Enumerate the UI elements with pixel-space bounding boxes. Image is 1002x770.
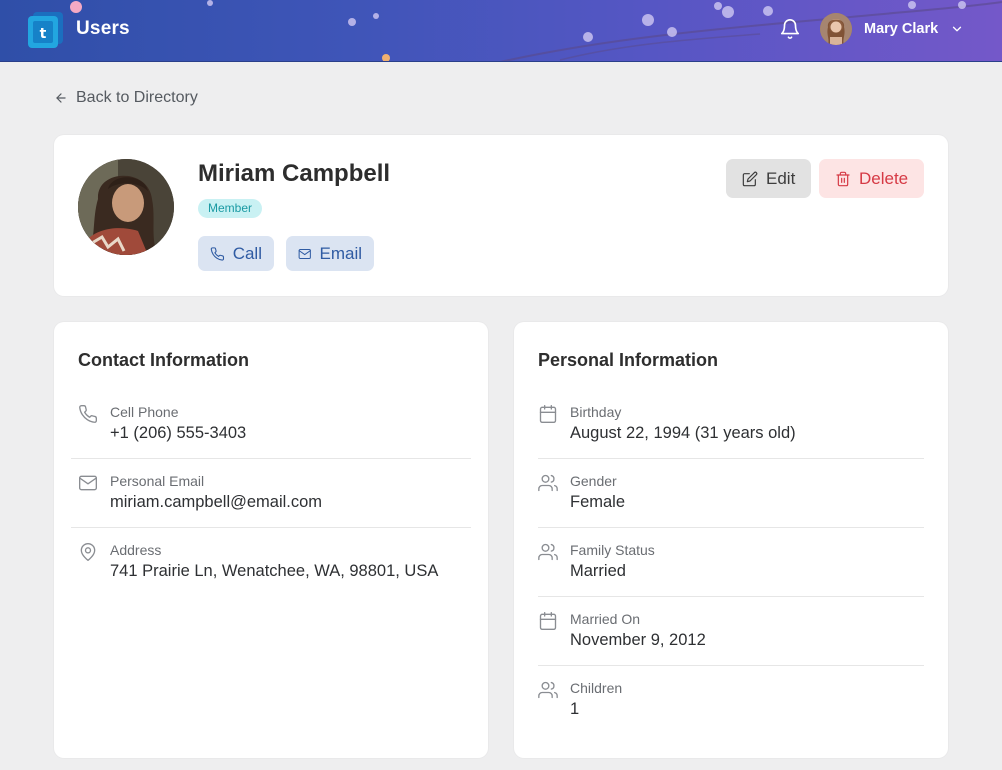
edit-button[interactable]: Edit [726,159,811,198]
divider [71,527,471,528]
row-label: Address [110,542,162,558]
row-label: Gender [570,473,617,489]
role-badge: Member [198,199,263,218]
row-value[interactable]: miriam.campbell@email.com [110,493,322,512]
row-label: Personal Email [110,473,205,489]
row-label: Children [570,680,623,696]
row-value: 741 Prairie Ln, Wenatchee, WA, 98801, US… [110,562,439,580]
row-label: Married On [570,611,641,627]
app-logo-icon[interactable]: t [28,12,64,48]
bell-icon[interactable] [779,18,801,40]
calendar-icon [539,612,557,630]
call-label: Call [232,243,262,263]
calendar-icon [539,405,557,423]
profile-avatar [78,159,174,255]
row-value: November 9, 2012 [570,631,706,649]
top-header: t Users Mary Clark [0,0,1002,62]
back-to-directory-link[interactable]: Back to Directory [54,88,198,108]
contact-information-card: Contact Information Cell Phone +1 (206) … [54,322,488,758]
row-value: Female [570,493,626,511]
user-avatar [820,13,852,45]
users-icon [538,474,558,492]
personal-section-title: Personal Information [538,350,719,370]
row-value: August 22, 1994 (31 years old) [570,424,796,442]
users-icon [538,681,558,699]
row-value: +1 (206) 555-3403 [110,424,247,442]
map-pin-icon [80,543,96,561]
profile-card: Miriam Campbell Member Call Email Edit D… [54,135,948,296]
chevron-down-icon [950,22,964,36]
row-value: Married [570,562,626,580]
edit-icon [742,171,758,186]
phone-icon [210,246,225,261]
email-button[interactable]: Email [286,236,374,271]
user-name: Mary Clark [864,21,939,37]
divider [538,527,924,528]
delete-button[interactable]: Delete [819,159,924,198]
email-label: Email [319,243,362,263]
divider [538,458,924,459]
back-label: Back to Directory [76,89,198,106]
row-value: 1 [570,700,580,718]
personal-information-card: Personal Information Birthday August 22,… [514,322,948,758]
trash-icon [836,171,850,186]
delete-label: Delete [859,168,909,188]
users-icon [538,543,558,561]
mail-icon [79,475,98,491]
app-title: Users [76,18,130,39]
mail-icon [298,248,311,259]
row-label: Cell Phone [110,404,179,420]
phone-icon [79,404,98,423]
contact-section-title: Contact Information [78,350,249,370]
user-menu[interactable]: Mary Clark [820,12,970,48]
divider [538,596,924,597]
person-name: Miriam Campbell [198,160,391,187]
row-label: Family Status [570,542,655,558]
call-button[interactable]: Call [198,236,274,271]
row-label: Birthday [570,404,622,420]
arrow-left-icon [56,93,66,103]
svg-text:t: t [40,26,47,42]
divider [538,665,924,666]
divider [71,458,471,459]
edit-label: Edit [766,168,796,188]
